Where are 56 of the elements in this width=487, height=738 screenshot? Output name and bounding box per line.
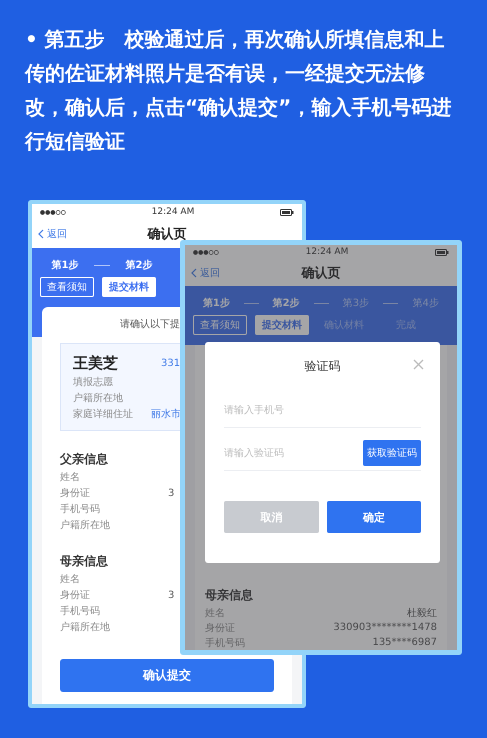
notice-text: 请确认以下提 [120, 319, 180, 331]
section-title: 母亲信息 [60, 552, 108, 570]
applicant-id: 331 [161, 358, 180, 368]
field-label: 手机号码 [60, 502, 101, 516]
field-value: 3 [168, 590, 174, 600]
field-label: 填报志愿 [73, 376, 114, 389]
signal-icon [193, 250, 219, 255]
page-title: 确认页 [148, 226, 186, 243]
status-time: 12:24 AM [152, 207, 194, 217]
field-label: 手机号码 [60, 604, 101, 618]
applicant-name: 王美芝 [73, 354, 119, 372]
section-title: 父亲信息 [60, 450, 108, 468]
step-label: 第2步 [124, 258, 154, 272]
field-label: 身份证 [60, 589, 91, 602]
step-label: 第3步 [342, 296, 370, 310]
section-title: 母亲信息 [205, 586, 253, 604]
field-value: 3 [168, 488, 174, 498]
field-label: 身份证 [60, 487, 91, 500]
confirm-button[interactable]: 确定 [326, 501, 421, 533]
field-label: 户籍所在地 [60, 620, 111, 634]
submit-button[interactable]: 确认提交 [60, 659, 274, 692]
field-label: 家庭详细住址 [73, 408, 134, 421]
step-label: 第1步 [50, 258, 80, 272]
field-value: 135****6987 [372, 637, 437, 648]
step-tab[interactable]: 提交材料 [255, 315, 309, 335]
field-label: 户籍所在地 [60, 518, 111, 532]
instruction-text: • 第五步 校验通过后，再次确认所填信息和上传的佐证材料照片是否有误，一经提交无法修改，确认后，点击“确认提交”，输入手机号码进行短信验证 [25, 26, 452, 155]
signal-icon [40, 210, 66, 214]
code-input[interactable]: 请输入验证码 [224, 448, 344, 458]
phone-input[interactable]: 请输入手机号 [224, 404, 344, 416]
get-code-button[interactable]: 获取验证码 [363, 440, 421, 466]
field-label: 身份证 [205, 622, 235, 634]
back-link[interactable]: 返回 [38, 220, 67, 248]
field-value: 丽水市 [151, 408, 181, 421]
field-label: 姓名 [60, 573, 81, 586]
field-label: 户籍所在地 [73, 392, 124, 405]
page-title: 确认页 [302, 264, 340, 282]
step-label: 第4步 [411, 296, 440, 310]
step-tab[interactable]: 提交材料 [102, 277, 156, 297]
field-value: 330903********1478 [333, 622, 437, 633]
close-icon[interactable] [413, 359, 424, 370]
step-tab[interactable]: 查看须知 [193, 315, 247, 335]
step-label: 第2步 [272, 296, 301, 310]
field-label: 手机号码 [205, 636, 245, 650]
chevron-left-icon [191, 268, 197, 278]
field-value: 杜毅红 [407, 606, 437, 620]
battery-icon [434, 248, 449, 256]
field-label: 姓名 [205, 606, 225, 620]
battery-icon [280, 208, 294, 216]
back-link[interactable]: 返回 [191, 260, 220, 286]
chevron-left-icon [38, 229, 44, 239]
status-time: 12:24 AM [306, 247, 348, 258]
step-tab[interactable]: 查看须知 [40, 277, 94, 297]
dialog-title: 验证码 [304, 358, 340, 375]
field-label: 姓名 [60, 471, 81, 484]
step-label: 第1步 [202, 296, 231, 310]
